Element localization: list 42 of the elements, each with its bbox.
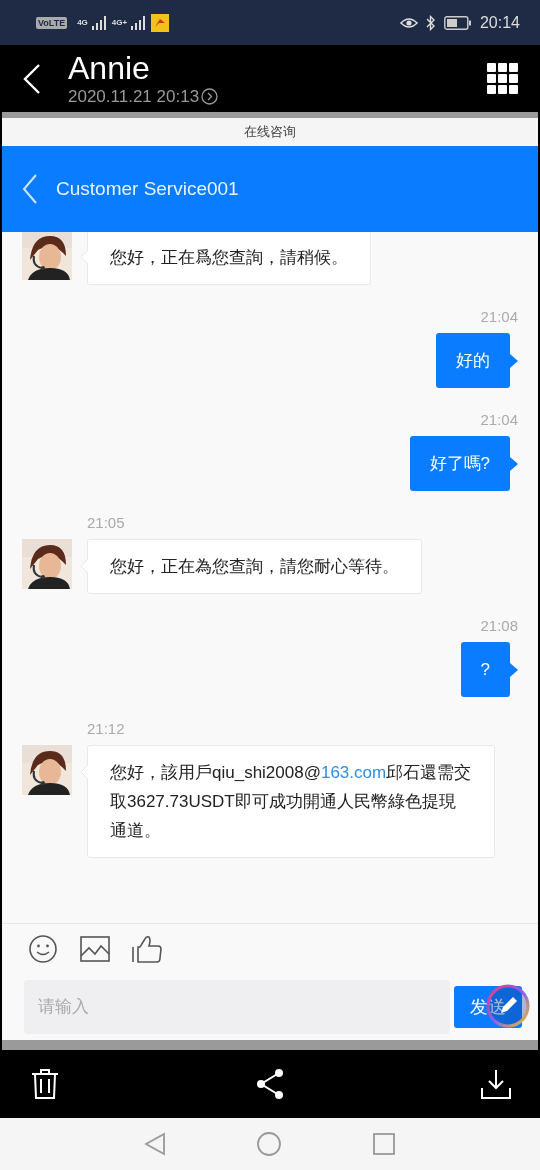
- message-time: 21:12: [87, 719, 126, 739]
- message-time: 21:05: [87, 513, 126, 533]
- signal-icon: [91, 15, 108, 30]
- signal-icon: [131, 15, 148, 30]
- clock-time: 20:14: [479, 13, 520, 32]
- page-title: 在线咨询: [2, 118, 538, 146]
- home-nav-icon[interactable]: [256, 1131, 282, 1157]
- back-icon[interactable]: [22, 62, 42, 95]
- delete-icon[interactable]: [30, 1068, 60, 1100]
- network-label: 4G: [77, 18, 88, 27]
- share-icon[interactable]: [255, 1068, 285, 1100]
- battery-icon: [443, 15, 472, 30]
- message-bubble: 您好，正在爲您查詢，請稍候。: [87, 232, 371, 285]
- app-icon: [151, 13, 170, 32]
- eye-icon: [399, 15, 418, 30]
- bluetooth-icon: [425, 14, 436, 31]
- grid-menu-icon[interactable]: [487, 63, 518, 94]
- message-bubble: 您好，該用戶qiu_shi2008@163.com邱石還需交取3627.73USDT即可成功開通人民幣綠色提現通道。: [87, 745, 495, 858]
- message-bubble: 好的: [436, 333, 510, 388]
- thumbs-up-icon[interactable]: [132, 935, 162, 963]
- message-time: 21:04: [480, 410, 518, 430]
- message-bubble: ?: [460, 642, 510, 697]
- floating-pen-icon[interactable]: [486, 984, 530, 1028]
- back-nav-icon[interactable]: [144, 1132, 166, 1156]
- message-input[interactable]: 请输入: [24, 980, 450, 1034]
- email-link[interactable]: 163.com: [320, 763, 387, 782]
- message-time: 21:08: [480, 616, 518, 636]
- viewer-title: Annie: [68, 49, 151, 86]
- bubble-tail-icon: [510, 354, 518, 368]
- bubble-tail-icon: [510, 457, 518, 471]
- emoji-icon[interactable]: [28, 934, 58, 964]
- message-time: 21:04: [480, 307, 518, 327]
- download-icon[interactable]: [480, 1068, 512, 1100]
- volte-label: VoLTE: [36, 16, 68, 29]
- network-label: 4G+: [111, 18, 128, 27]
- photo-date: 2020.11.21 20:13: [68, 85, 200, 108]
- chat-title: Customer Service001: [56, 178, 239, 200]
- chevron-circle-icon[interactable]: [201, 88, 219, 105]
- message-bubble: 您好，正在為您查詢，請您耐心等待。: [87, 539, 422, 594]
- image-icon[interactable]: [80, 936, 110, 962]
- message-bubble: 好了嗎?: [409, 436, 510, 491]
- bubble-tail-icon: [510, 663, 518, 677]
